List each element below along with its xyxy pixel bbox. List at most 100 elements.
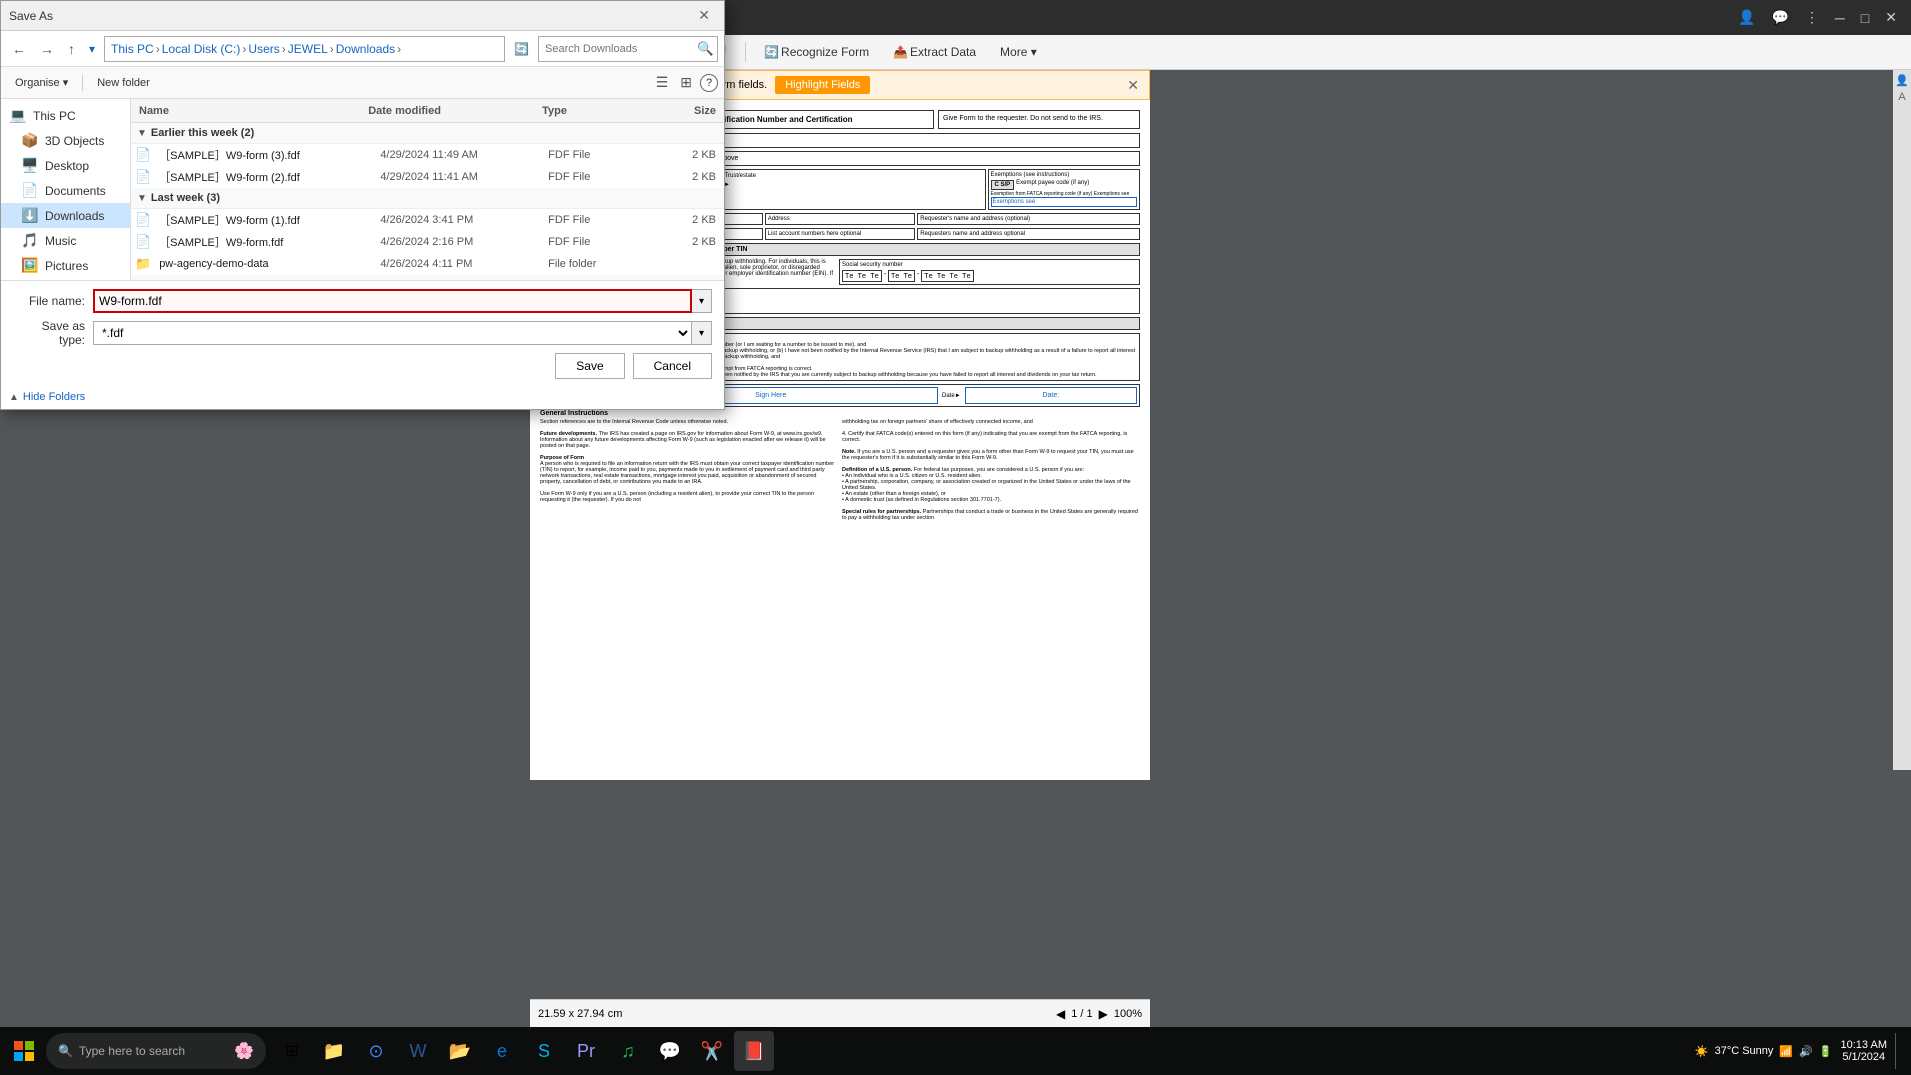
filename-dropdown-btn[interactable]: ▾ [692, 289, 712, 313]
taskbar-search-box[interactable]: 🔍 Type here to search 🌸 [46, 1033, 266, 1069]
taskbar-app-pdf[interactable]: 📕 [734, 1031, 774, 1071]
filetype-select[interactable]: *.fdf [93, 321, 692, 345]
search-submit-button[interactable]: 🔍 [693, 41, 718, 57]
form-sep2 [745, 42, 746, 62]
address-bar: ← → ↑ ▾ This PC › Local Disk (C:) › User… [1, 31, 724, 67]
pdf-ssn-row: Social security number Te Te Te - Te Te … [839, 259, 1140, 285]
path-jewel[interactable]: JEWEL [288, 42, 328, 56]
file-date-5: 4/26/2024 4:11 PM [376, 258, 544, 270]
desktop-label: Desktop [45, 159, 89, 173]
network-tray-icon[interactable]: 📶 [1779, 1045, 1793, 1058]
file-date-2: 4/29/2024 11:41 AM [376, 171, 544, 183]
menu-icon-btn[interactable]: ⋮ [1799, 5, 1825, 30]
flower-icon: 🌸 [234, 1041, 254, 1061]
search-input[interactable] [539, 37, 693, 61]
file-size-1: 2 KB [659, 149, 720, 161]
maximize-btn[interactable]: □ [1855, 6, 1875, 30]
help-button[interactable]: ? [700, 74, 718, 92]
up-button[interactable]: ↑ [63, 38, 80, 60]
taskbar-app-edge[interactable]: e [482, 1031, 522, 1071]
recognize-icon: 🔄 [764, 45, 779, 59]
user-icon-btn[interactable]: 👤 [1732, 5, 1761, 30]
more-btn[interactable]: More ▾ [990, 42, 1047, 62]
file-type-5: File folder [544, 258, 659, 270]
sidebar-icon-2[interactable]: A [1898, 91, 1905, 103]
col-type-header[interactable]: Type [538, 105, 657, 117]
sidebar-item-3d-objects[interactable]: 📦 3D Objects [1, 128, 130, 153]
highlight-bar-close[interactable]: ✕ [1127, 77, 1139, 94]
sidebar-item-pictures[interactable]: 🖼️ Pictures [1, 253, 130, 278]
taskbar-app-whatsapp[interactable]: 💬 [650, 1031, 690, 1071]
taskbar-app-explorer2[interactable]: 📂 [440, 1031, 480, 1071]
path-users[interactable]: Users [248, 42, 279, 56]
page-prev-btn[interactable]: ◀ [1056, 1007, 1065, 1021]
taskbar-apps: ⊞ 📁 ⊙ W 📂 e S Pr ♫ 💬 ✂️ [272, 1031, 774, 1071]
sidebar-item-documents[interactable]: 📄 Documents [1, 178, 130, 203]
taskbar-app-snip[interactable]: ✂️ [692, 1031, 732, 1071]
path-local-disk[interactable]: Local Disk (C:) [162, 42, 241, 56]
clock[interactable]: 10:13 AM 5/1/2024 [1841, 1039, 1887, 1063]
save-button[interactable]: Save [555, 353, 624, 379]
sidebar-item-this-pc[interactable]: 💻 This PC [1, 103, 130, 128]
view-options-button[interactable]: ☰ [652, 71, 673, 94]
battery-tray-icon: 🔋 [1819, 1045, 1833, 1058]
sidebar-item-downloads[interactable]: ⬇️ Downloads [1, 203, 130, 228]
table-row[interactable]: 📄 ［SAMPLE］W9-form (1).fdf 4/26/2024 3:41… [131, 209, 724, 231]
taskbar-app-spotify[interactable]: ♫ [608, 1031, 648, 1071]
col-date-header[interactable]: Date modified [364, 105, 538, 117]
view-toggle-button[interactable]: ⊞ [676, 71, 696, 94]
clock-time: 10:13 AM [1841, 1039, 1887, 1051]
explorer2-icon: 📂 [449, 1041, 471, 1062]
sidebar-item-desktop[interactable]: 🖥️ Desktop [1, 153, 130, 178]
volume-tray-icon[interactable]: 🔊 [1799, 1045, 1813, 1058]
music-label: Music [45, 234, 76, 248]
col-name-header[interactable]: Name [135, 105, 364, 117]
task-view-icon: ⊞ [285, 1041, 298, 1061]
table-row[interactable]: 📁 pw-agency-demo-data 4/26/2024 4:11 PM … [131, 253, 724, 275]
taskbar-app-task-view[interactable]: ⊞ [272, 1031, 312, 1071]
taskbar-app-skype[interactable]: S [524, 1031, 564, 1071]
page-next-btn[interactable]: ▶ [1099, 1007, 1108, 1021]
taskbar-app-word[interactable]: W [398, 1031, 438, 1071]
dialog-close-button[interactable]: ✕ [692, 5, 716, 26]
minimize-btn[interactable]: ─ [1829, 6, 1851, 30]
show-desktop-btn[interactable] [1895, 1033, 1899, 1069]
new-folder-button[interactable]: New folder [89, 74, 158, 92]
sidebar-item-music[interactable]: 🎵 Music [1, 228, 130, 253]
filename-input[interactable] [93, 289, 692, 313]
recognize-form-btn[interactable]: 🔄 Recognize Form [754, 42, 879, 62]
chrome-icon: ⊙ [368, 1041, 383, 1062]
chat-icon-btn[interactable]: 💬 [1765, 5, 1794, 30]
file-type-4: FDF File [544, 236, 659, 248]
expand-path-button[interactable]: ▾ [84, 39, 100, 59]
table-row[interactable]: 📄 ［SAMPLE］W9-form (3).fdf 4/29/2024 11:4… [131, 144, 724, 166]
hide-folders-button[interactable]: Hide Folders [23, 391, 85, 403]
col-size-header[interactable]: Size [657, 105, 720, 117]
start-button[interactable] [4, 1031, 44, 1071]
table-row[interactable]: 📄 ［SAMPLE］W9-form.fdf 4/26/2024 2:16 PM … [131, 231, 724, 253]
group-earlier-this-week[interactable]: ▼ Earlier this week (2) [131, 123, 724, 144]
filetype-dropdown-btn[interactable]: ▾ [692, 321, 712, 345]
file-list-header: Name Date modified Type Size [131, 99, 724, 123]
taskbar-app-explorer[interactable]: 📁 [314, 1031, 354, 1071]
search-box[interactable]: 🔍 [538, 36, 718, 62]
pdf-statusbar: 21.59 x 27.94 cm ◀ 1 / 1 ▶ 100% [530, 999, 1150, 1027]
refresh-button[interactable]: 🔄 [509, 39, 534, 59]
highlight-fields-button[interactable]: Highlight Fields [775, 76, 870, 94]
app-close-btn[interactable]: ✕ [1879, 5, 1903, 30]
edge-icon: e [497, 1041, 507, 1062]
cancel-button[interactable]: Cancel [633, 353, 712, 379]
path-downloads[interactable]: Downloads [336, 42, 395, 56]
organise-button[interactable]: Organise ▾ [7, 73, 76, 92]
path-this-pc[interactable]: This PC [111, 42, 154, 56]
back-button[interactable]: ← [7, 38, 31, 60]
taskbar-app-chrome[interactable]: ⊙ [356, 1031, 396, 1071]
extract-icon: 📤 [893, 45, 908, 59]
forward-button[interactable]: → [35, 38, 59, 60]
group-last-week[interactable]: ▼ Last week (3) [131, 188, 724, 209]
pictures-label: Pictures [45, 259, 88, 273]
taskbar-app-premiere[interactable]: Pr [566, 1031, 606, 1071]
extract-data-btn[interactable]: 📤 Extract Data [883, 42, 986, 62]
sidebar-icon-1[interactable]: 👤 [1895, 74, 1909, 87]
table-row[interactable]: 📄 ［SAMPLE］W9-form (2).fdf 4/29/2024 11:4… [131, 166, 724, 188]
